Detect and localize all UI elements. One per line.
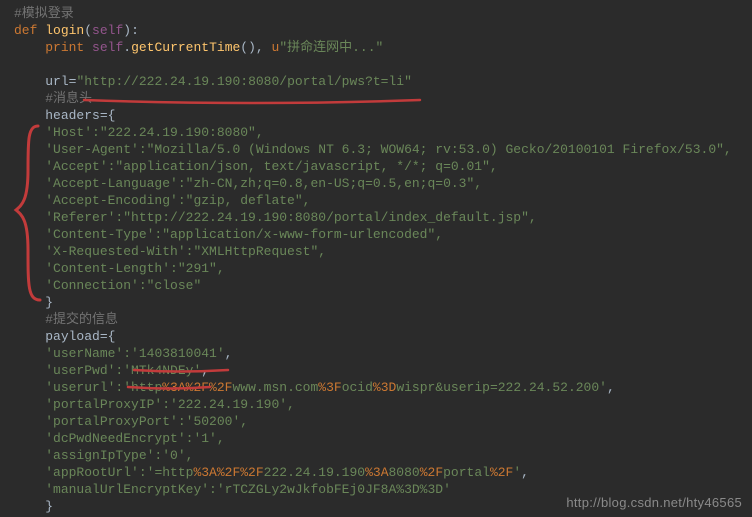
hdr-xreq: 'X-Requested-With':"XMLHttpRequest", (45, 244, 326, 259)
self-1: self (92, 23, 123, 38)
str-url: "http://222.24.19.190:8080/portal/pws?t=… (76, 74, 411, 89)
fn-gct: getCurrentTime (131, 40, 240, 55)
pl-username-k: 'userName': (45, 346, 131, 361)
comment-login: #模拟登录 (14, 6, 74, 21)
str-conn: "拼命连网中..." (279, 40, 383, 55)
pl-userpwd-v: 'MTk4NDEy' (123, 363, 201, 378)
hdr-accept: 'Accept':"application/json, text/javascr… (45, 159, 497, 174)
pl-userurl-k: 'userurl': (45, 380, 123, 395)
kw-def: def (14, 23, 37, 38)
pl-userpwd-k: 'userPwd': (45, 363, 123, 378)
code-block: #模拟登录 def login(self): print self.getCur… (14, 5, 752, 515)
watermark: http://blog.csdn.net/hty46565 (566, 494, 742, 511)
hdr-clen: 'Content-Length':"291", (45, 261, 224, 276)
pl-manualkey: 'manualUrlEncryptKey':'rTCZGLy2wJkfobFEj… (45, 482, 451, 497)
kw-print: print (45, 40, 84, 55)
pl-dcpwd: 'dcPwdNeedEncrypt':'1', (45, 431, 224, 446)
var-headers: headers (45, 108, 100, 123)
pl-username-v: '1403810041' (131, 346, 225, 361)
hdr-referer: 'Referer':"http://222.24.19.190:8080/por… (45, 210, 536, 225)
pl-proxyport: 'portalProxyPort':'50200', (45, 414, 248, 429)
hdr-ct: 'Content-Type':"application/x-www-form-u… (45, 227, 443, 242)
comment-headers: #消息头 (45, 91, 92, 106)
pl-proxyip: 'portalProxyIP':'222.24.19.190', (45, 397, 295, 412)
comment-payload: #提交的信息 (45, 312, 118, 327)
fn-login: login (45, 23, 84, 38)
hdr-ua: 'User-Agent':"Mozilla/5.0 (Windows NT 6.… (45, 142, 732, 157)
pl-approot-k: 'appRootUrl': (45, 465, 146, 480)
hdr-acclang: 'Accept-Language':"zh-CN,zh;q=0.8,en-US;… (45, 176, 482, 191)
pl-assignip: 'assignIpType':'0', (45, 448, 193, 463)
var-url: url (45, 74, 68, 89)
hdr-accenc: 'Accept-Encoding':"gzip, deflate", (45, 193, 310, 208)
hdr-host: 'Host':"222.24.19.190:8080", (45, 125, 263, 140)
var-payload: payload (45, 329, 100, 344)
hdr-conn: 'Connection':"close" (45, 278, 201, 293)
self-2: self (92, 40, 123, 55)
